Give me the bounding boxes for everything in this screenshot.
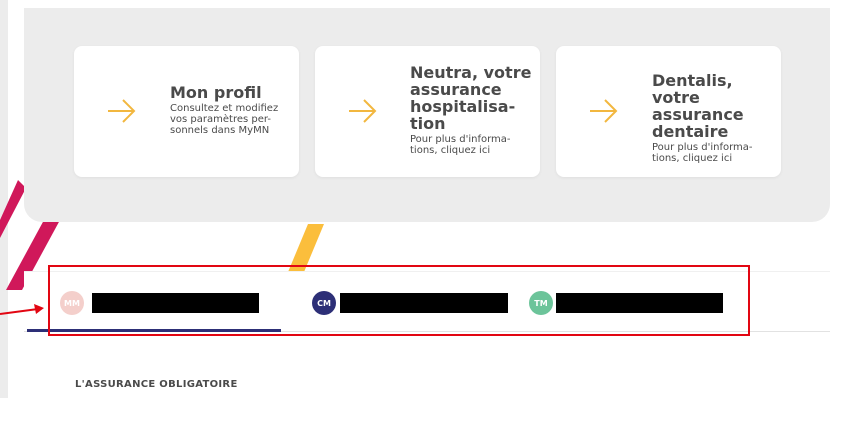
arrow-right-icon (108, 99, 136, 123)
card-description: Pour plus d'informa- tions, cliquez ici (410, 134, 511, 156)
card-dentalis-dentaire[interactable]: Dentalis, votre assurance dentaire Pour … (556, 46, 781, 177)
section-heading: L'ASSURANCE OBLIGATOIRE (75, 379, 238, 390)
card-mon-profil[interactable]: Mon profil Consultez et modifiez vos par… (74, 46, 299, 177)
arrow-right-icon (349, 99, 377, 123)
card-description: Pour plus d'informa- tions, cliquez ici (652, 142, 753, 164)
card-title: Dentalis, votre assurance dentaire (652, 71, 744, 141)
annotation-arrow-icon (0, 304, 44, 315)
card-neutra-hospitalisation[interactable]: Neutra, votre assurance hospitalisa- tio… (315, 46, 540, 177)
annotation-highlight-box (48, 265, 750, 336)
card-description: Consultez et modifiez vos paramètres per… (170, 103, 279, 136)
card-title: Neutra, votre assurance hospitalisa- tio… (410, 63, 532, 133)
arrow-right-icon (590, 99, 618, 123)
card-title: Mon profil (170, 83, 262, 102)
